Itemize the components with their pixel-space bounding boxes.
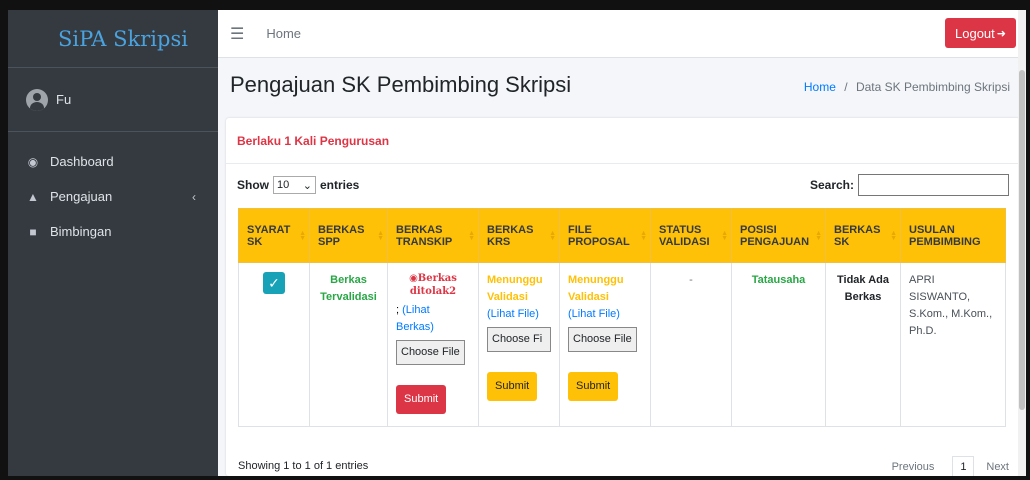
logout-button[interactable]: Logout ➜ xyxy=(945,18,1016,48)
cell-usulan-pembimbing: APRI SISWANTO, S.Kom., M.Kom., Ph.D. xyxy=(900,262,1006,427)
view-file-link[interactable]: (Lihat Berkas) xyxy=(396,304,434,333)
breadcrumb-home[interactable]: Home xyxy=(804,80,836,94)
chevron-left-icon: ‹ xyxy=(192,189,196,204)
column-header-berkas-spp[interactable]: BERKAS SPP ▲ ▼ xyxy=(309,208,388,263)
top-navbar: ☰ Home Logout ➜ xyxy=(218,10,1026,58)
view-file-link[interactable]: (Lihat File) xyxy=(487,306,551,323)
column-header-berkas-sk[interactable]: BERKAS SK ▲ ▼ xyxy=(825,208,901,263)
column-header-usulan-pembimbing[interactable]: USULAN PEMBIMBING xyxy=(900,208,1006,263)
cell-status-validasi: - xyxy=(650,262,732,427)
sidebar-item-label: Dashboard xyxy=(50,154,114,169)
user-panel[interactable]: Fu xyxy=(8,68,218,132)
cell-berkas-spp: Berkas Tervalidasi xyxy=(309,262,388,427)
table-row: ✓ Berkas Tervalidasi ◉Berkas ditolak2 ; … xyxy=(238,262,1006,427)
pagination: Previous 1 Next xyxy=(892,456,1009,476)
status-text: Berkas Tervalidasi xyxy=(320,274,377,303)
sort-icon: ▲ ▼ xyxy=(721,230,728,242)
content-card: Berlaku 1 Kali Pengurusan Show 10 ⌄ entr… xyxy=(226,118,1020,476)
column-header-berkas-transkip[interactable]: BERKAS TRANSKIP ▲ ▼ xyxy=(387,208,479,263)
search-control: Search: xyxy=(810,174,1009,196)
cell-berkas-transkip: ◉Berkas ditolak2 ; (Lihat Berkas) Choose… xyxy=(387,262,479,427)
sidebar-nav: ◉ Dashboard ▲ Pengajuan ‹ ■ Bimbingan xyxy=(8,132,218,249)
app-window: SiPA Skripsi Fu ◉ Dashboard ▲ Pengajuan … xyxy=(8,10,1026,476)
sort-icon: ▲ ▼ xyxy=(468,230,475,242)
sort-icon: ▲ ▼ xyxy=(299,230,306,242)
graduation-cap-icon: ▲ xyxy=(27,189,39,204)
sidebar-item-label: Pengajuan xyxy=(50,189,113,204)
search-input[interactable] xyxy=(858,174,1009,196)
table-header-row: SYARAT SK ▲ ▼ BERKAS SPP ▲ ▼ BERKAS TRANSKIP ▲ ▼ … xyxy=(238,208,1006,263)
table-info: Showing 1 to 1 of 1 entries xyxy=(238,460,369,472)
sort-icon: ▲ ▼ xyxy=(890,230,897,242)
choose-file-button[interactable]: Choose File xyxy=(396,340,465,365)
status-text: Menunggu Validasi xyxy=(568,274,624,303)
pagination-page-1[interactable]: 1 xyxy=(952,456,975,476)
cell-berkas-sk: Tidak Ada Berkas xyxy=(825,262,901,427)
cell-syarat-sk: ✓ xyxy=(238,262,310,427)
column-header-file-proposal[interactable]: FILE PROPOSAL ▲ ▼ xyxy=(559,208,651,263)
column-header-berkas-krs[interactable]: BERKAS KRS ▲ ▼ xyxy=(478,208,560,263)
sidebar-item-label: Bimbingan xyxy=(50,224,112,239)
choose-file-button[interactable]: Choose Fi xyxy=(487,327,551,352)
menu-toggle-icon[interactable]: ☰ xyxy=(230,24,244,44)
user-name: Fu xyxy=(56,92,72,107)
avatar xyxy=(26,88,48,111)
data-table: SYARAT SK ▲ ▼ BERKAS SPP ▲ ▼ BERKAS TRANSKIP ▲ ▼ … xyxy=(238,208,1006,427)
cell-posisi-pengajuan: Tatausaha xyxy=(731,262,826,427)
sidebar: SiPA Skripsi Fu ◉ Dashboard ▲ Pengajuan … xyxy=(8,10,218,476)
book-icon: ■ xyxy=(29,224,37,239)
sidebar-item-bimbingan[interactable]: ■ Bimbingan xyxy=(8,214,218,249)
sort-icon: ▲ ▼ xyxy=(377,230,384,242)
status-text: Menunggu Validasi xyxy=(487,274,543,303)
column-header-syarat-sk[interactable]: SYARAT SK ▲ ▼ xyxy=(238,208,310,263)
sort-icon: ▲ ▼ xyxy=(815,230,822,242)
scrollbar-thumb[interactable] xyxy=(1019,70,1025,410)
entries-select[interactable]: 10 ⌄ xyxy=(273,176,316,194)
pagination-next[interactable]: Next xyxy=(986,461,1009,473)
check-icon: ✓ xyxy=(268,274,280,291)
dashboard-icon: ◉ xyxy=(27,154,39,169)
logout-icon: ➜ xyxy=(996,27,1006,40)
brand-logo[interactable]: SiPA Skripsi xyxy=(8,10,218,68)
submit-button[interactable]: Submit xyxy=(568,372,619,401)
column-header-posisi-pengajuan[interactable]: POSISI PENGAJUAN ▲ ▼ xyxy=(731,208,826,263)
breadcrumb: Home / Data SK Pembimbing Skripsi xyxy=(804,80,1010,94)
pagination-previous[interactable]: Previous xyxy=(892,461,935,473)
table-footer: Showing 1 to 1 of 1 entries Previous 1 N… xyxy=(238,456,1009,476)
sort-icon: ▲ ▼ xyxy=(549,230,556,242)
breadcrumb-separator: / xyxy=(844,80,848,94)
scrollbar[interactable] xyxy=(1018,10,1026,476)
column-header-status-validasi[interactable]: STATUS VALIDASI ▲ ▼ xyxy=(650,208,732,263)
chevron-down-icon: ⌄ xyxy=(302,179,312,192)
submit-button[interactable]: Submit xyxy=(396,385,447,414)
nav-home-link[interactable]: Home xyxy=(266,26,301,41)
sort-icon: ▲ ▼ xyxy=(640,230,647,242)
sidebar-item-dashboard[interactable]: ◉ Dashboard xyxy=(8,144,218,179)
page-title: Pengajuan SK Pembimbing Skripsi xyxy=(230,72,572,97)
card-header: Berlaku 1 Kali Pengurusan xyxy=(226,118,1020,164)
cell-berkas-krs: Menunggu Validasi (Lihat File) Choose Fi… xyxy=(478,262,560,427)
rejected-status: ◉Berkas ditolak2 xyxy=(409,273,457,297)
sidebar-item-pengajuan[interactable]: ▲ Pengajuan ‹ xyxy=(8,179,218,214)
choose-file-button[interactable]: Choose File xyxy=(568,327,637,352)
eye-icon: ◉ xyxy=(409,273,418,284)
cell-file-proposal: Menunggu Validasi (Lihat File) Choose Fi… xyxy=(559,262,651,427)
submit-button[interactable]: Submit xyxy=(487,372,538,401)
page-length-control: Show 10 ⌄ entries xyxy=(237,176,360,194)
breadcrumb-current: Data SK Pembimbing Skripsi xyxy=(855,80,1010,94)
checkbox-checked[interactable]: ✓ xyxy=(263,272,285,294)
view-file-link[interactable]: (Lihat File) xyxy=(568,306,642,323)
table-controls: Show 10 ⌄ entries Search: xyxy=(226,164,1020,202)
